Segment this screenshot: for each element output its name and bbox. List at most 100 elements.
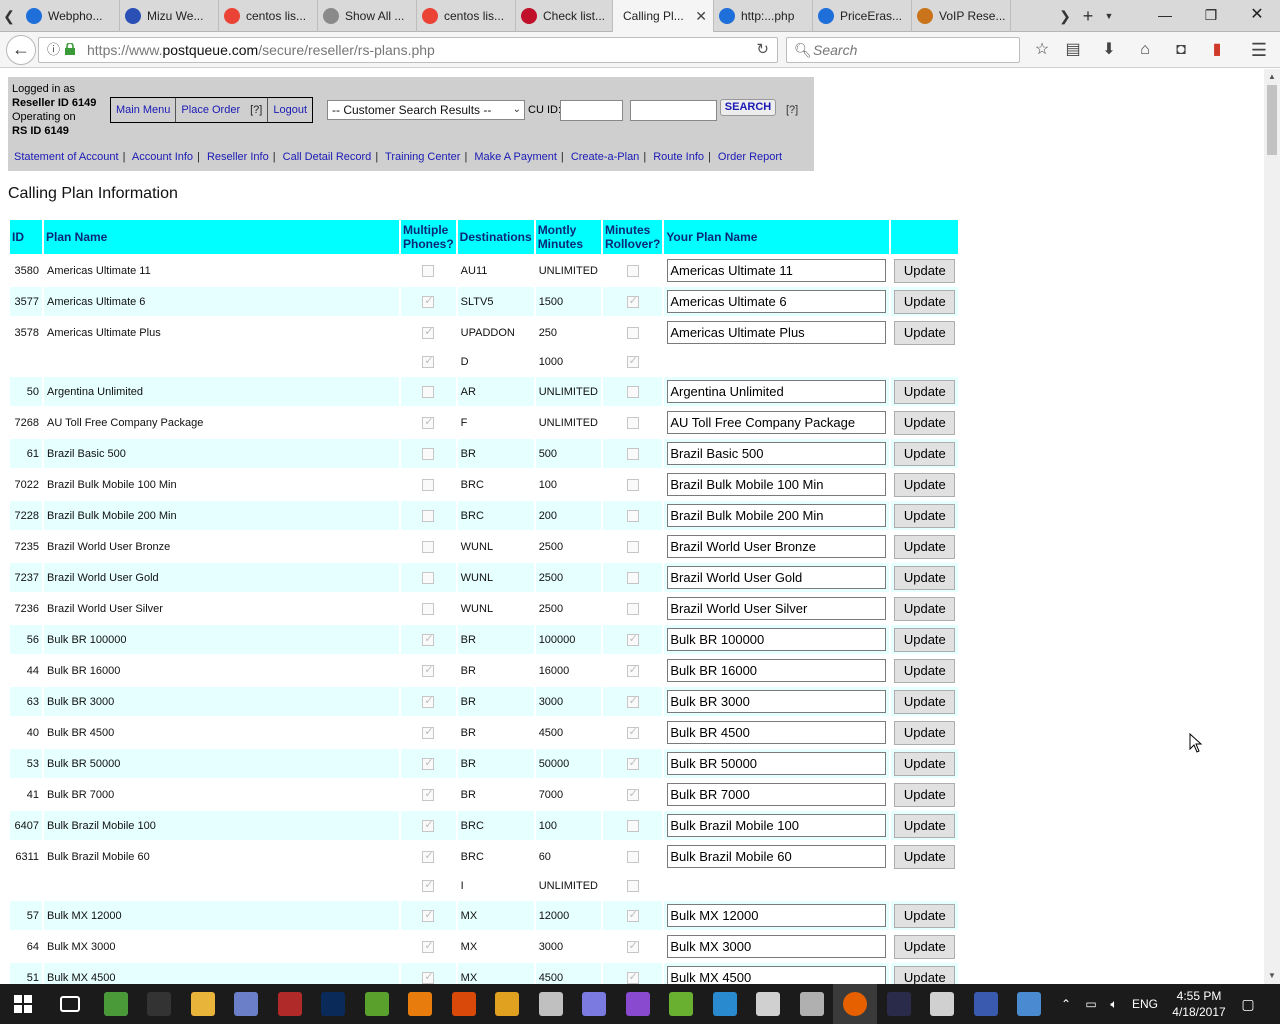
pdf-icon[interactable] [973, 992, 998, 1016]
page-scrollbar[interactable]: ▲ ▼ [1264, 69, 1280, 984]
hamburger-menu-icon[interactable]: ☰ [1247, 38, 1271, 62]
infinity-icon[interactable] [582, 992, 606, 1016]
statement-of-account-link[interactable]: Statement of Account [14, 151, 119, 163]
make-a-payment-link[interactable]: Make A Payment [474, 151, 557, 163]
plan-name-input[interactable]: Bulk MX 12000 [667, 904, 887, 927]
plan-name-input[interactable]: Americas Ultimate 6 [667, 290, 887, 313]
plan-name-input[interactable]: Bulk BR 50000 [667, 752, 887, 775]
chrome-icon[interactable] [103, 992, 128, 1016]
minutes-rollover-checkbox[interactable] [626, 354, 639, 369]
fire-app-icon[interactable] [451, 992, 476, 1016]
logout-link[interactable]: Logout [268, 98, 312, 122]
plan-name-input[interactable]: Bulk MX 4500 [667, 966, 887, 984]
multiple-phones-checkbox[interactable] [422, 540, 435, 553]
plan-name-input[interactable]: Brazil World User Bronze [667, 535, 887, 558]
plan-name-input[interactable]: Brazil Basic 500 [667, 442, 887, 465]
windows-start-icon[interactable] [14, 995, 32, 1013]
bookmark-star-icon[interactable]: ☆ [1030, 38, 1054, 62]
training-center-link[interactable]: Training Center [385, 151, 460, 163]
language-indicator[interactable]: ENG [1130, 984, 1160, 1024]
multiple-phones-checkbox[interactable] [422, 509, 435, 522]
plan-name-input[interactable]: Bulk MX 3000 [667, 935, 887, 958]
plan-name-input[interactable]: Bulk BR 4500 [667, 721, 887, 744]
minutes-rollover-checkbox[interactable] [626, 663, 639, 677]
update-button[interactable]: Update [894, 503, 956, 528]
minimize-icon[interactable]: — [1142, 0, 1188, 32]
plan-name-input[interactable]: Brazil Bulk Mobile 100 Min [667, 473, 887, 496]
restore-icon[interactable]: ❐ [1188, 0, 1234, 32]
create-a-plan-link[interactable]: Create-a-Plan [571, 151, 639, 163]
notepad-plus-icon[interactable] [364, 992, 389, 1016]
download-icon[interactable]: ⬇ [1097, 38, 1121, 62]
update-button[interactable]: Update [894, 751, 956, 776]
update-button[interactable]: Update [894, 379, 956, 404]
browser-tab[interactable]: Check list... [513, 0, 615, 32]
minutes-rollover-checkbox[interactable] [626, 908, 639, 922]
close-window-icon[interactable]: ✕ [1234, 0, 1280, 32]
browser-tab[interactable]: Show All ... [315, 0, 417, 32]
notification-icon[interactable]: ▢ [1236, 984, 1260, 1024]
update-button[interactable]: Update [894, 596, 956, 621]
home-icon[interactable]: ⌂ [1133, 38, 1157, 62]
search-button[interactable]: SEARCH [720, 99, 776, 116]
customer-search-select[interactable]: -- Customer Search Results -- ⌄ [327, 100, 525, 120]
back-arrow-icon[interactable]: ← [6, 35, 36, 65]
tray-chevron-icon[interactable]: ⌃ [1058, 984, 1074, 1024]
minutes-rollover-checkbox[interactable] [626, 939, 639, 953]
plan-name-input[interactable]: Bulk BR 100000 [667, 628, 887, 651]
order-report-link[interactable]: Order Report [718, 151, 782, 163]
multiple-phones-checkbox[interactable] [422, 325, 435, 339]
search-bar[interactable]: 🔍︎ Search [786, 37, 1020, 63]
multiple-phones-checkbox[interactable] [422, 756, 435, 770]
blender-icon[interactable] [408, 992, 432, 1016]
minutes-rollover-checkbox[interactable] [626, 540, 639, 553]
call-detail-record-link[interactable]: Call Detail Record [283, 151, 372, 163]
multiple-phones-checkbox[interactable] [422, 939, 435, 953]
minutes-rollover-checkbox[interactable] [626, 850, 639, 863]
browser-tab[interactable]: centos lis... [414, 0, 516, 32]
plan-name-input[interactable]: Bulk BR 3000 [667, 690, 887, 713]
plan-name-input[interactable]: Argentina Unlimited [667, 380, 887, 403]
plan-name-input[interactable]: Bulk Brazil Mobile 100 [667, 814, 887, 837]
scroll-up-icon[interactable]: ▲ [1264, 69, 1280, 85]
plan-name-input[interactable]: Brazil World User Silver [667, 597, 887, 620]
update-button[interactable]: Update [894, 658, 956, 683]
scroll-down-icon[interactable]: ▼ [1264, 968, 1280, 984]
multiple-phones-checkbox[interactable] [422, 787, 435, 801]
browser-tab[interactable]: VoIP Rese... [909, 0, 1011, 32]
cuid-input[interactable] [560, 100, 623, 121]
account-info-link[interactable]: Account Info [132, 151, 193, 163]
update-button[interactable]: Update [894, 813, 956, 838]
minutes-rollover-checkbox[interactable] [626, 694, 639, 708]
plan-name-input[interactable]: Bulk BR 16000 [667, 659, 887, 682]
browser-tab[interactable]: Mizu We... [117, 0, 219, 32]
update-button[interactable]: Update [894, 289, 956, 314]
plan-name-input[interactable]: Brazil Bulk Mobile 200 Min [667, 504, 887, 527]
multiple-phones-checkbox[interactable] [422, 632, 435, 646]
visual-studio-icon[interactable] [625, 992, 650, 1016]
plan-name-input[interactable]: Bulk BR 7000 [667, 783, 887, 806]
calendar-app-icon[interactable] [756, 992, 780, 1016]
minutes-rollover-checkbox[interactable] [626, 326, 639, 339]
plan-name-input[interactable]: Bulk Brazil Mobile 60 [667, 845, 887, 868]
update-button[interactable]: Update [894, 441, 956, 466]
place-order-help-link[interactable]: [?] [245, 98, 269, 122]
multiple-phones-checkbox[interactable] [422, 908, 435, 922]
browser-tab[interactable]: Webpho... [18, 0, 120, 32]
multiple-phones-checkbox[interactable] [422, 878, 435, 893]
multiple-phones-checkbox[interactable] [422, 970, 435, 984]
pocket-icon[interactable]: ◘ [1169, 38, 1193, 62]
multiple-phones-checkbox[interactable] [422, 725, 435, 739]
multiple-phones-checkbox[interactable] [422, 354, 435, 369]
task-view-icon[interactable] [60, 996, 80, 1012]
multiple-phones-checkbox[interactable] [422, 694, 435, 708]
update-button[interactable]: Update [894, 565, 956, 590]
tab-scroll-left-icon[interactable]: ❮ [0, 0, 18, 32]
info-icon[interactable]: ⓘ [47, 38, 60, 62]
minutes-rollover-checkbox[interactable] [626, 880, 639, 893]
multiple-phones-checkbox[interactable] [422, 264, 435, 277]
update-button[interactable]: Update [894, 903, 956, 928]
plan-name-input[interactable]: AU Toll Free Company Package [667, 411, 887, 434]
document-icon[interactable] [930, 992, 954, 1016]
terminal-icon[interactable] [147, 992, 171, 1016]
